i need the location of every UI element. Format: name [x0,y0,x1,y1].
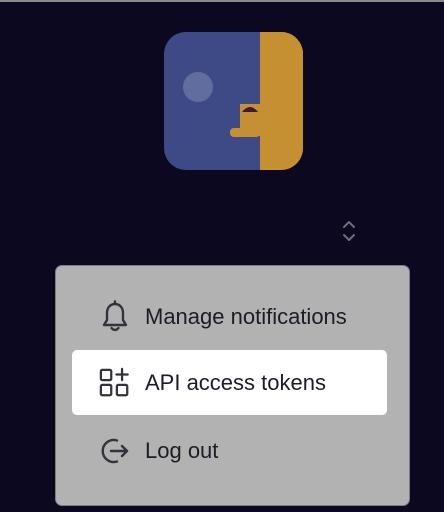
menu-item-manage-notifications[interactable]: Manage notifications [72,284,387,349]
menu-item-log-out[interactable]: Log out [72,418,387,483]
menu-item-api-access-tokens[interactable]: API access tokens [72,350,387,415]
python-logo-icon [164,32,303,170]
avatar[interactable] [164,32,303,170]
menu-item-label: Manage notifications [145,303,347,329]
account-dropdown-menu: Manage notifications API access tokens L… [55,265,410,506]
bell-icon [99,299,131,335]
menu-item-label: Log out [145,437,219,463]
chevron-up-down-icon [343,221,355,241]
account-switcher-button[interactable] [336,214,362,248]
menu-item-label: API access tokens [145,369,326,395]
window-top-border [0,0,444,2]
grid-plus-icon [99,365,131,401]
logout-icon [99,433,131,469]
